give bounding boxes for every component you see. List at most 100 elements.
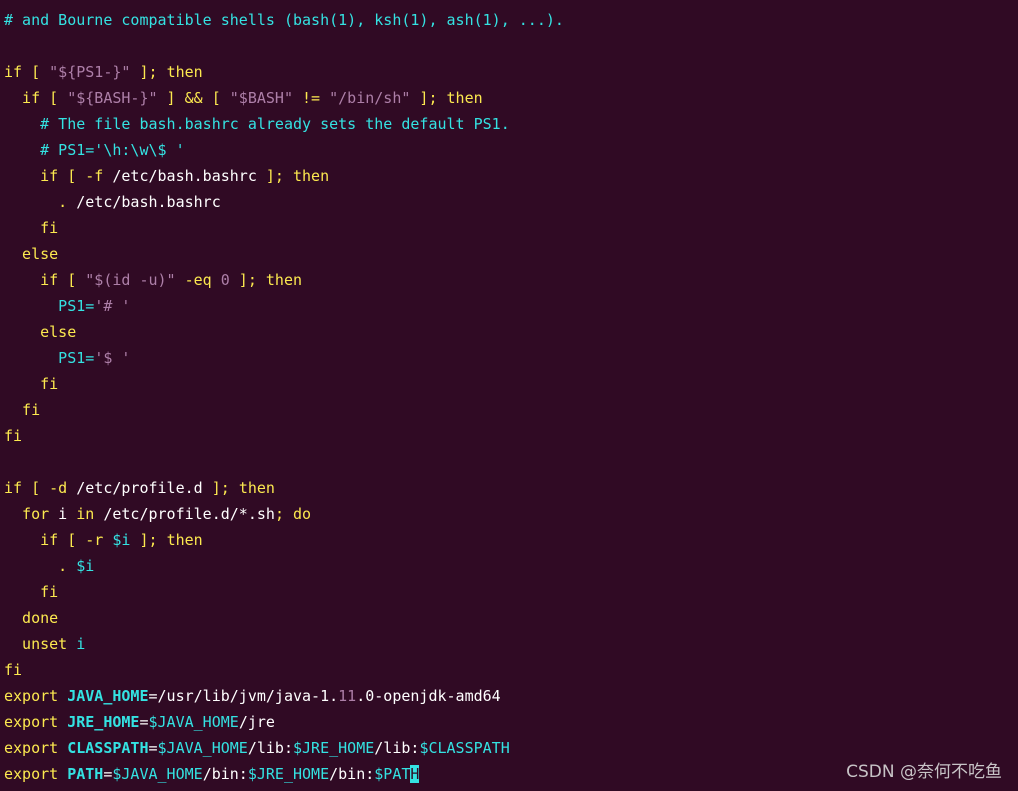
code-token: JAVA_HOME: [58, 687, 149, 705]
code-line: fi: [4, 371, 564, 397]
code-line: else: [4, 319, 564, 345]
code-token: .: [4, 557, 77, 575]
code-token: PS1=: [4, 349, 95, 367]
code-token: ];: [256, 167, 293, 185]
code-token: else: [4, 245, 59, 263]
code-token: /etc/bash.bashrc: [103, 167, 257, 185]
code-line: unset i: [4, 631, 564, 657]
code-token: /lib:: [247, 739, 293, 757]
text-cursor: H: [410, 765, 420, 783]
code-token: $PAT: [374, 765, 411, 783]
code-token: [: [22, 63, 50, 81]
code-token: /etc/profile.d: [67, 479, 203, 497]
code-token: [: [58, 167, 86, 185]
code-token: "${PS1-}": [49, 63, 131, 81]
code-token: /bin:: [329, 765, 375, 783]
code-token: -f: [85, 167, 104, 185]
code-token: /lib:: [374, 739, 420, 757]
code-line: for i in /etc/profile.d/*.sh; do: [4, 501, 564, 527]
code-token: -r: [85, 531, 104, 549]
code-line: fi: [4, 397, 564, 423]
code-token: /etc/profile.d/*.sh: [94, 505, 275, 523]
code-token: $i: [76, 557, 95, 575]
code-token: =: [139, 713, 149, 731]
code-token: then: [238, 479, 275, 497]
code-line: PS1='# ': [4, 293, 564, 319]
code-token: $JAVA_HOME: [157, 739, 248, 757]
code-token: # The file bash.bashrc already sets the …: [4, 115, 510, 133]
terminal-window[interactable]: # and Bourne compatible shells (bash(1),…: [0, 0, 1018, 791]
code-line: # PS1='\h:\w\$ ': [4, 137, 564, 163]
code-token: '# ': [94, 297, 131, 315]
code-token: [: [40, 89, 68, 107]
code-token: i: [67, 635, 86, 653]
code-token: PS1=: [4, 297, 95, 315]
code-token: fi: [4, 427, 23, 445]
code-token: "$(id -u)": [85, 271, 176, 289]
code-token: if: [4, 531, 59, 549]
code-token: ];: [410, 89, 447, 107]
code-line: # The file bash.bashrc already sets the …: [4, 111, 564, 137]
code-token: .0-openjdk-amd64: [356, 687, 501, 705]
code-token: export: [4, 687, 59, 705]
code-token: ];: [202, 479, 239, 497]
code-line: if [ "${PS1-}" ]; then: [4, 59, 564, 85]
code-token: $JRE_HOME: [247, 765, 330, 783]
code-token: 0: [220, 271, 230, 289]
code-line: . /etc/bash.bashrc: [4, 189, 564, 215]
code-line: if [ "$(id -u)" -eq 0 ]; then: [4, 267, 564, 293]
code-token: [: [58, 271, 86, 289]
code-token: export: [4, 765, 59, 783]
code-token: then: [265, 271, 303, 289]
code-token: do: [293, 505, 312, 523]
code-token: export: [4, 739, 59, 757]
code-token: ];: [229, 271, 266, 289]
code-token: 11: [338, 687, 357, 705]
code-token: fi: [4, 375, 59, 393]
code-token: # PS1='\h:\w\$ ': [4, 141, 185, 159]
code-token: else: [4, 323, 77, 341]
code-line: export JRE_HOME=$JAVA_HOME/jre: [4, 709, 564, 735]
code-token: then: [166, 63, 203, 81]
code-line: else: [4, 241, 564, 267]
code-token: "$BASH": [229, 89, 293, 107]
code-token: # and Bourne compatible shells (bash(1),…: [4, 11, 564, 29]
code-line: if [ -d /etc/profile.d ]; then: [4, 475, 564, 501]
code-line: done: [4, 605, 564, 631]
code-token: .: [4, 193, 77, 211]
code-token: $JRE_HOME: [293, 739, 375, 757]
code-token: $JAVA_HOME: [112, 765, 203, 783]
code-token: then: [446, 89, 483, 107]
code-token: if: [4, 271, 59, 289]
code-token: -eq: [175, 271, 221, 289]
code-token: =/usr/lib/jvm/java-1.: [148, 687, 339, 705]
code-line: PS1='$ ': [4, 345, 564, 371]
code-line: fi: [4, 215, 564, 241]
code-token: /jre: [238, 713, 275, 731]
code-token: fi: [4, 661, 23, 679]
code-token: ;: [274, 505, 293, 523]
code-token: [: [22, 479, 50, 497]
code-token: fi: [4, 583, 59, 601]
code-token: /bin:: [202, 765, 248, 783]
code-token: for: [4, 505, 50, 523]
code-token: if: [4, 167, 59, 185]
code-token: in: [76, 505, 95, 523]
code-line: export CLASSPATH=$JAVA_HOME/lib:$JRE_HOM…: [4, 735, 564, 761]
code-token: ];: [130, 531, 167, 549]
code-token: =: [148, 739, 158, 757]
code-token: JRE_HOME: [58, 713, 140, 731]
code-token: CLASSPATH: [58, 739, 149, 757]
code-token: fi: [4, 219, 59, 237]
code-token: "/bin/sh": [329, 89, 411, 107]
code-token: /etc/bash.bashrc: [76, 193, 221, 211]
code-line: if [ -r $i ]; then: [4, 527, 564, 553]
code-token: PATH: [58, 765, 104, 783]
code-token: export: [4, 713, 59, 731]
code-token: [: [58, 531, 86, 549]
code-editor[interactable]: # and Bourne compatible shells (bash(1),…: [4, 7, 564, 787]
code-token: '$ ': [94, 349, 131, 367]
code-token: if: [4, 89, 41, 107]
